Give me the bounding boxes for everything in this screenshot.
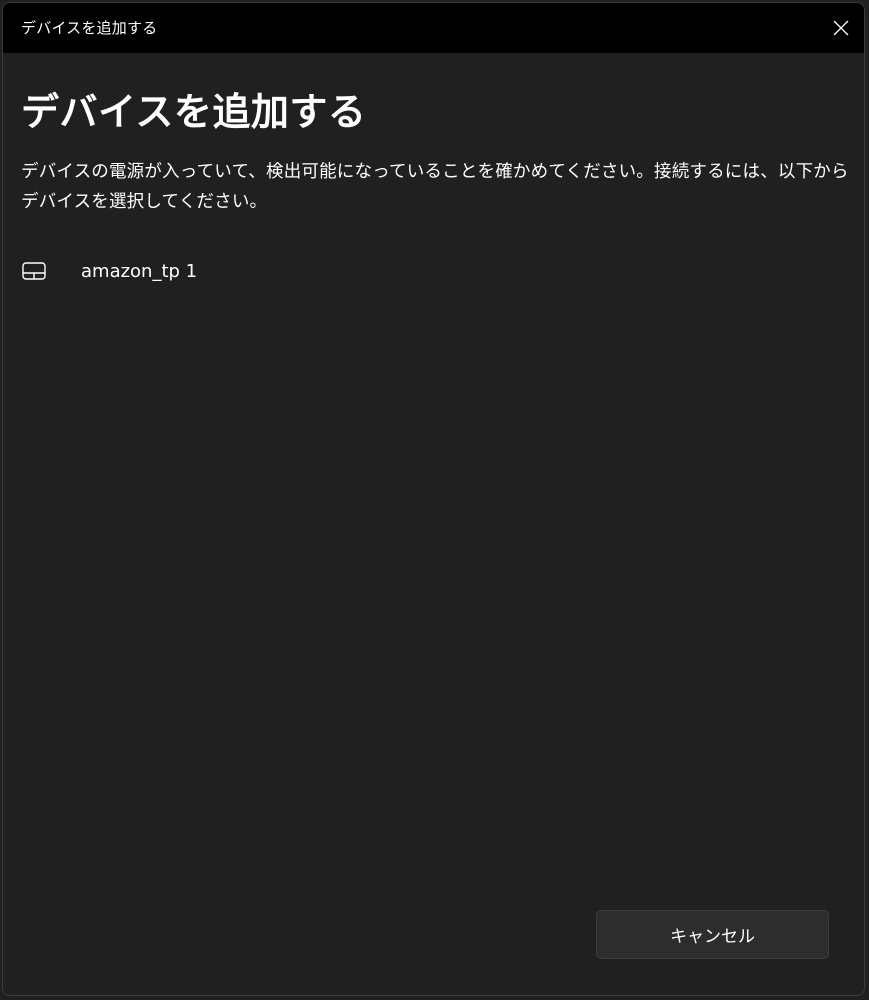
instructions-text: デバイスの電源が入っていて、検出可能になっていることを確かめてください。接続する… — [21, 162, 849, 212]
close-button[interactable] — [818, 3, 864, 53]
add-device-dialog: デバイスを追加する デバイスを追加する デバイスの電源が入っていて、検出可能にな… — [2, 2, 865, 996]
device-name: amazon_tp 1 — [81, 260, 198, 282]
close-icon — [833, 20, 849, 36]
touchpad-icon — [21, 261, 47, 281]
cancel-button[interactable]: キャンセル — [596, 910, 829, 959]
title-bar[interactable]: デバイスを追加する — [3, 3, 864, 53]
window-title: デバイスを追加する — [21, 19, 158, 37]
page-heading: デバイスを追加する — [21, 90, 367, 134]
device-list-item[interactable]: amazon_tp 1 — [15, 251, 315, 291]
